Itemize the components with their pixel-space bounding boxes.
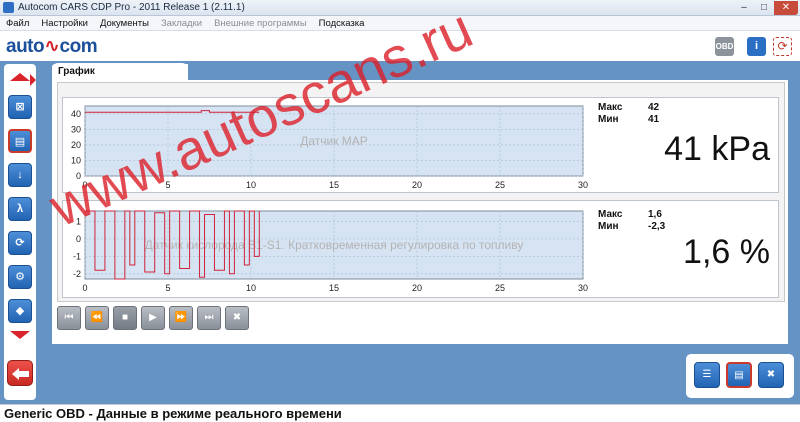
- y-tick-label: 20: [71, 140, 81, 150]
- gauge-oxygen-sensor: 0 5 10 15 20 25 30 -2 -1 0 1 Датчик кислорода B1-S1…: [62, 200, 779, 298]
- status-text: Generic OBD - Данные в режиме реального …: [4, 406, 342, 421]
- sensor-name-label: Датчик кислорода B1-S1. Кратковременная …: [145, 238, 524, 252]
- x-tick-label: 25: [495, 180, 505, 190]
- menu-documents[interactable]: Документы: [100, 18, 149, 29]
- list-view-icon[interactable]: ☰: [694, 362, 720, 388]
- skip-to-start-icon[interactable]: ⏮: [57, 306, 81, 330]
- y-tick-label: 30: [71, 124, 81, 134]
- title-bar: Autocom CARS CDP Pro - 2011 Release 1 (2…: [0, 0, 800, 16]
- document-icon[interactable]: ▤: [8, 129, 32, 153]
- maximize-button[interactable]: □: [754, 1, 774, 15]
- map-sensor-chart: 0 5 10 15 20 25 30 0 10 20 30 40 Датчик MAP: [71, 105, 588, 190]
- max-label: Макс: [598, 102, 623, 113]
- stop-icon[interactable]: ■: [113, 306, 137, 330]
- active-item-caret-icon: [30, 74, 36, 86]
- min-value: 41: [648, 114, 660, 125]
- menu-help[interactable]: Подсказка: [319, 18, 365, 29]
- y-tick-label: 10: [71, 155, 81, 165]
- autocom-logo: auto∿com: [6, 36, 98, 57]
- clear-icon[interactable]: ✖: [758, 362, 784, 388]
- window-title: Autocom CARS CDP Pro - 2011 Release 1 (2…: [18, 2, 245, 13]
- fast-forward-icon[interactable]: ⏩: [169, 306, 193, 330]
- x-tick-label: 30: [578, 180, 588, 190]
- menu-file[interactable]: Файл: [6, 18, 29, 29]
- y-tick-label: 0: [76, 234, 81, 244]
- x-tick-label: 15: [329, 283, 339, 293]
- rewind-icon[interactable]: ⏪: [85, 306, 109, 330]
- info-button[interactable]: i: [747, 37, 766, 56]
- max-label: Макс: [598, 209, 623, 220]
- menu-settings[interactable]: Настройки: [41, 18, 88, 29]
- tab-graph[interactable]: График: [52, 63, 188, 80]
- current-value: 41 kPa: [664, 130, 770, 168]
- menu-external-programs: Внешние программы: [214, 17, 307, 29]
- menu-bar: Файл Настройки Документы Закладки Внешни…: [0, 16, 800, 31]
- app-icon: [3, 2, 14, 13]
- min-label: Мин: [598, 221, 619, 232]
- back-arrow-icon[interactable]: [7, 360, 33, 386]
- x-tick-label: 10: [246, 180, 256, 190]
- gauge-map-sensor: 0 5 10 15 20 25 30 0 10 20 30 40 Датчик MAP Макс 42 …: [62, 97, 779, 193]
- x-tick-label: 30: [578, 283, 588, 293]
- y-tick-label: 1: [76, 216, 81, 226]
- delete-icon[interactable]: ✖: [225, 306, 249, 330]
- y-tick-label: 40: [71, 109, 81, 119]
- bottom-tools: ☰ ▤ ✖: [686, 354, 794, 398]
- x-tick-label: 0: [82, 283, 87, 293]
- engine-icon[interactable]: ⊠: [8, 95, 32, 119]
- oxygen-sensor-chart: 0 5 10 15 20 25 30 -2 -1 0 1 Датчик кислорода B1-S1…: [73, 210, 588, 293]
- x-tick-label: 5: [165, 283, 170, 293]
- window-controls: – □ ✕: [734, 1, 798, 15]
- play-icon[interactable]: ▶: [141, 306, 165, 330]
- max-value: 42: [648, 102, 660, 113]
- x-tick-label: 0: [82, 180, 87, 190]
- side-navigation: ⊠ ▤ ↓ λ ⟳ ⚙ ◆: [4, 64, 36, 400]
- graph-view-icon[interactable]: ▤: [726, 362, 752, 388]
- y-tick-label: -2: [73, 269, 81, 279]
- min-label: Мин: [598, 114, 619, 125]
- refresh-icon[interactable]: ⟳: [8, 231, 32, 255]
- min-value: -2,3: [648, 221, 666, 232]
- sensor-name-label: Датчик MAP: [300, 134, 368, 148]
- lambda-icon[interactable]: λ: [8, 197, 32, 221]
- y-tick-label: 0: [76, 171, 81, 181]
- x-tick-label: 15: [329, 180, 339, 190]
- x-tick-label: 10: [246, 283, 256, 293]
- max-value: 1,6: [648, 209, 662, 220]
- x-tick-label: 5: [165, 180, 170, 190]
- car-icon[interactable]: ◆: [8, 299, 32, 323]
- x-tick-label: 20: [412, 180, 422, 190]
- x-tick-label: 25: [495, 283, 505, 293]
- connection-status-icon[interactable]: ⟳: [773, 37, 792, 56]
- glow-plug-icon[interactable]: ↓: [8, 163, 32, 187]
- y-tick-label: -1: [73, 251, 81, 261]
- menu-bookmarks: Закладки: [160, 17, 203, 29]
- toolbar: auto∿com OBD i ⟳: [0, 31, 800, 61]
- scroll-up-icon[interactable]: [10, 73, 30, 81]
- x-tick-label: 20: [412, 283, 422, 293]
- close-button[interactable]: ✕: [774, 1, 798, 15]
- test-icon[interactable]: ⚙: [8, 265, 32, 289]
- current-value: 1,6 %: [683, 233, 770, 271]
- status-bar: Generic OBD - Данные в режиме реального …: [0, 404, 800, 422]
- obd-button[interactable]: OBD: [715, 37, 734, 56]
- scroll-down-icon[interactable]: [10, 331, 30, 339]
- playback-controls: ⏮ ⏪ ■ ▶ ⏩ ⏭ ✖: [57, 306, 249, 332]
- minimize-button[interactable]: –: [734, 1, 754, 15]
- skip-to-end-icon[interactable]: ⏭: [197, 306, 221, 330]
- panel-tab-background: [188, 63, 788, 80]
